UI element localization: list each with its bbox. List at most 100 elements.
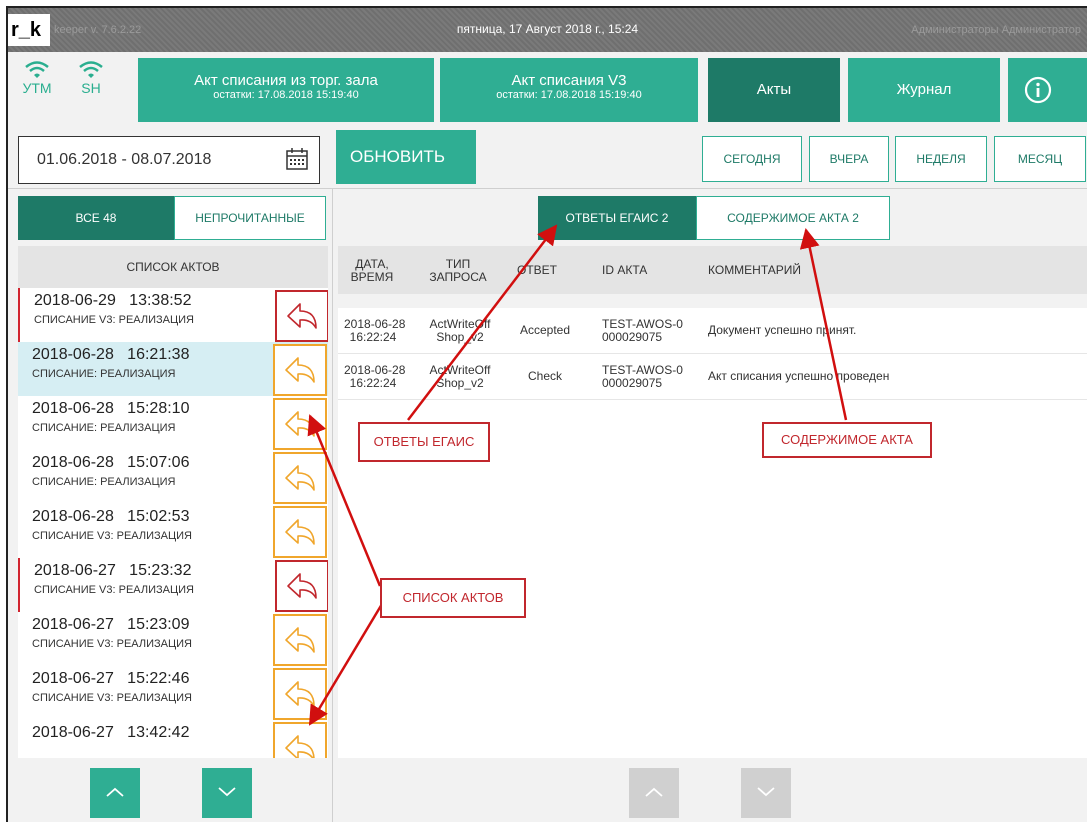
reply-arrow-icon <box>285 735 315 758</box>
act-type: СПИСАНИЕ: РЕАЛИЗАЦИЯ <box>32 476 176 488</box>
acts-scroll-up-button[interactable] <box>90 768 140 818</box>
list-item[interactable]: 2018-06-27 15:22:46 СПИСАНИЕ V3: РЕАЛИЗАЦ… <box>18 666 328 724</box>
filter-unread-tab[interactable]: НЕПРОЧИТАННЫЕ <box>174 196 326 240</box>
date-range-value: 01.06.2018 - 08.07.2018 <box>37 151 212 168</box>
chevron-down-icon <box>757 787 775 797</box>
chevron-up-icon <box>106 787 124 797</box>
act-type: СПИСАНИЕ V3: РЕАЛИЗАЦИЯ <box>34 584 194 596</box>
reply-button[interactable] <box>273 614 327 666</box>
list-item[interactable]: 2018-06-29 13:38:52 СПИСАНИЕ V3: РЕАЛИЗАЦ… <box>18 288 328 346</box>
cell-act-id: TEST-AWOS-0 000029075 <box>602 363 683 390</box>
top-bar: УТМ SH Акт списания из торг. зала остатк… <box>8 52 1087 128</box>
reply-arrow-icon <box>285 519 315 545</box>
app-window: r_k keeper v. 7.6.2.22 пятница, 17 Авгус… <box>6 6 1087 822</box>
cell-answer: Accepted <box>519 323 571 337</box>
user-info: Администраторы Администратор <box>911 24 1081 36</box>
cell-datetime: 2018-06-28 16:22:24 <box>344 363 406 390</box>
writeoff-hall-button[interactable]: Акт списания из торг. зала остатки: 17.0… <box>138 58 434 122</box>
list-item[interactable]: 2018-06-27 15:23:32 СПИСАНИЕ V3: РЕАЛИЗАЦ… <box>18 558 328 616</box>
tab-act-content[interactable]: СОДЕРЖИМОЕ АКТА 2 <box>696 196 890 240</box>
acts-list-header: СПИСОК АКТОВ <box>18 246 328 288</box>
reply-button[interactable] <box>275 560 328 612</box>
act-datetime: 2018-06-28 15:28:10 <box>32 400 190 417</box>
panel-divider <box>332 188 333 822</box>
table-row[interactable]: 2018-06-28 16:22:24 ActWriteOff Shop_v2 … <box>338 354 1087 400</box>
reply-arrow-icon <box>285 357 315 383</box>
sh-status: SH <box>76 60 106 96</box>
writeoff-v3-button[interactable]: Акт списания V3 остатки: 17.08.2018 15:1… <box>440 58 698 122</box>
reply-button[interactable] <box>273 452 327 504</box>
cell-comment: Документ успешно принят. <box>708 323 857 337</box>
reply-arrow-icon <box>285 627 315 653</box>
button-subtitle: остатки: 17.08.2018 15:19:40 <box>213 89 359 101</box>
chevron-down-icon <box>218 787 236 797</box>
responses-table-header: ДАТА, ВРЕМЯ ТИП ЗАПРОСА ОТВЕТ ID АКТА КО… <box>338 246 1087 294</box>
list-item[interactable]: 2018-06-28 15:28:10 СПИСАНИЕ: РЕАЛИЗАЦИЯ <box>18 396 328 454</box>
divider <box>8 188 1087 189</box>
utm-status: УТМ <box>20 60 54 96</box>
journal-button[interactable]: Журнал <box>848 58 1000 122</box>
responses-scroll-up-button[interactable] <box>629 768 679 818</box>
list-item[interactable]: 2018-06-28 16:21:38 СПИСАНИЕ: РЕАЛИЗАЦИЯ <box>18 342 328 400</box>
cell-comment: Акт списания успешно проведен <box>708 369 890 383</box>
reply-arrow-icon <box>285 465 315 491</box>
acts-scroll-down-button[interactable] <box>202 768 252 818</box>
reply-arrow-icon <box>285 681 315 707</box>
chevron-up-icon <box>645 787 663 797</box>
period-today-button[interactable]: СЕГОДНЯ <box>702 136 802 182</box>
button-title: Журнал <box>896 81 952 98</box>
column-header: КОММЕНТАРИЙ <box>708 263 802 277</box>
tab-egais-responses[interactable]: ОТВЕТЫ ЕГАИС 2 <box>538 196 696 240</box>
reply-button[interactable] <box>275 290 328 342</box>
list-item[interactable]: 2018-06-28 15:07:06 СПИСАНИЕ: РЕАЛИЗАЦИЯ <box>18 450 328 508</box>
list-item[interactable]: 2018-06-27 13:42:42 <box>18 720 328 758</box>
column-header: ТИП ЗАПРОСА <box>429 257 487 284</box>
reply-arrow-icon <box>287 303 317 329</box>
acts-list[interactable]: 2018-06-29 13:38:52 СПИСАНИЕ V3: РЕАЛИЗАЦ… <box>18 288 328 758</box>
wifi-icon <box>79 61 103 78</box>
column-header: ДАТА, ВРЕМЯ <box>350 257 394 284</box>
reply-button[interactable] <box>273 722 327 758</box>
acts-button[interactable]: Акты <box>708 58 840 122</box>
callout-content: СОДЕРЖИМОЕ АКТА <box>762 422 932 458</box>
reply-button[interactable] <box>273 344 327 396</box>
refresh-button[interactable]: ОБНОВИТЬ <box>336 130 476 184</box>
act-datetime: 2018-06-28 15:02:53 <box>32 508 190 525</box>
calendar-icon[interactable] <box>285 147 309 171</box>
act-datetime: 2018-06-27 13:42:42 <box>32 724 190 741</box>
responses-scroll-down-button[interactable] <box>741 768 791 818</box>
button-subtitle: остатки: 17.08.2018 15:19:40 <box>496 89 642 101</box>
period-yesterday-button[interactable]: ВЧЕРА <box>809 136 889 182</box>
cell-request-type: ActWriteOff Shop_v2 <box>429 317 491 344</box>
date-range-field[interactable]: 01.06.2018 - 08.07.2018 <box>18 136 320 184</box>
table-row[interactable]: 2018-06-28 16:22:24 ActWriteOff Shop_v2 … <box>338 308 1087 354</box>
act-datetime: 2018-06-27 15:23:32 <box>34 562 192 579</box>
period-week-button[interactable]: НЕДЕЛЯ <box>895 136 987 182</box>
filter-all-tab[interactable]: ВСЕ 48 <box>18 196 174 240</box>
reply-button[interactable] <box>273 668 327 720</box>
info-button[interactable] <box>1008 58 1087 122</box>
act-type: СПИСАНИЕ V3: РЕАЛИЗАЦИЯ <box>32 638 192 650</box>
utm-label: УТМ <box>22 80 52 96</box>
cell-answer: Check <box>527 369 562 383</box>
reply-button[interactable] <box>273 506 327 558</box>
button-title: Акт списания V3 <box>511 72 627 89</box>
act-datetime: 2018-06-28 16:21:38 <box>32 346 190 363</box>
reply-button[interactable] <box>273 398 327 450</box>
list-item[interactable]: 2018-06-28 15:02:53 СПИСАНИЕ V3: РЕАЛИЗАЦ… <box>18 504 328 562</box>
act-type: СПИСАНИЕ: РЕАЛИЗАЦИЯ <box>32 368 176 380</box>
cell-datetime: 2018-06-28 16:22:24 <box>344 317 406 344</box>
act-datetime: 2018-06-29 13:38:52 <box>34 292 192 309</box>
list-item[interactable]: 2018-06-27 15:23:09 СПИСАНИЕ V3: РЕАЛИЗАЦ… <box>18 612 328 670</box>
act-type: СПИСАНИЕ V3: РЕАЛИЗАЦИЯ <box>32 530 192 542</box>
act-datetime: 2018-06-28 15:07:06 <box>32 454 190 471</box>
callout-egais: ОТВЕТЫ ЕГАИС <box>358 422 490 462</box>
act-type: СПИСАНИЕ V3: РЕАЛИЗАЦИЯ <box>34 314 194 326</box>
callout-list: СПИСОК АКТОВ <box>380 578 526 618</box>
period-month-button[interactable]: МЕСЯЦ <box>994 136 1086 182</box>
act-type: СПИСАНИЕ: РЕАЛИЗАЦИЯ <box>32 422 176 434</box>
cell-request-type: ActWriteOff Shop_v2 <box>429 363 491 390</box>
responses-footer <box>333 758 1087 822</box>
act-type: СПИСАНИЕ V3: РЕАЛИЗАЦИЯ <box>32 692 192 704</box>
reply-arrow-icon <box>285 411 315 437</box>
